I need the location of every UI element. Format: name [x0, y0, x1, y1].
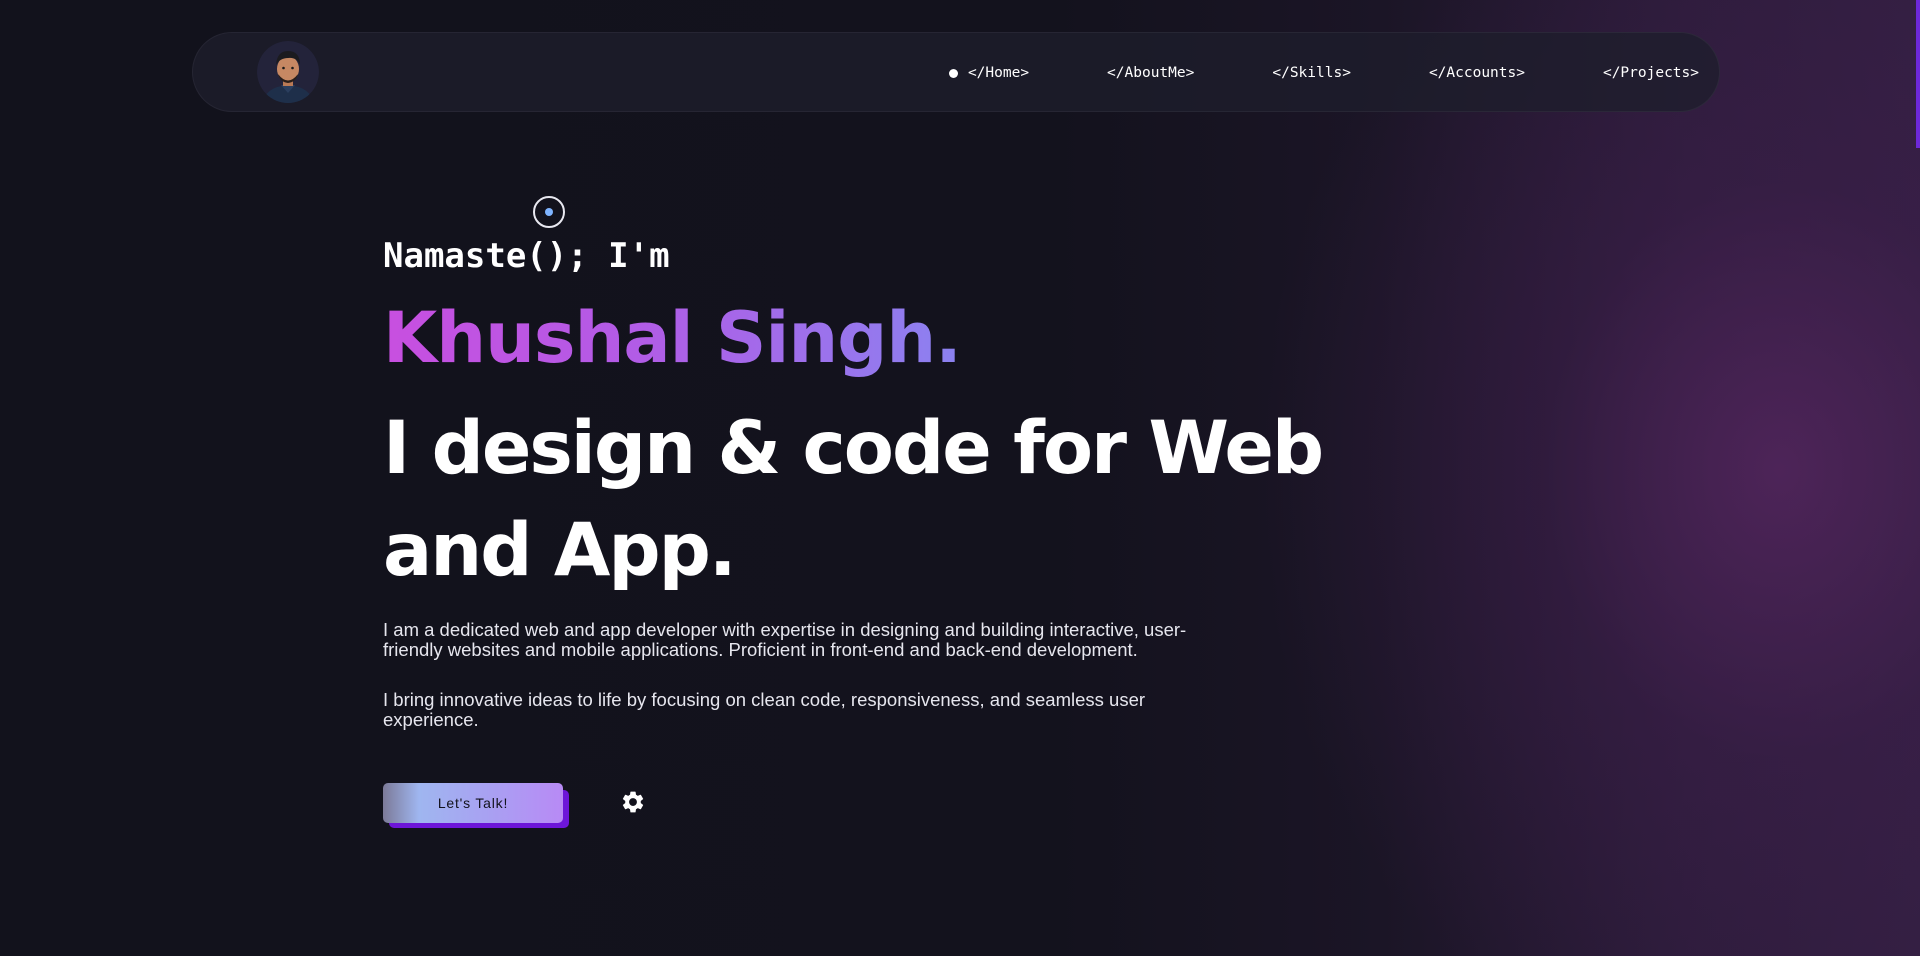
intro-paragraph-2: I bring innovative ideas to life by focu… — [383, 689, 1146, 730]
intro-paragraph: I am a dedicated web and app developer w… — [383, 619, 1187, 660]
cursor-dot — [545, 208, 553, 216]
nav-link-skills[interactable]: </Skills> — [1272, 65, 1351, 81]
avatar-image — [257, 41, 319, 103]
hero-headline: I design & code for Web and App. — [383, 406, 1324, 593]
avatar[interactable] — [257, 41, 319, 103]
nav-link-label: </Accounts> — [1428, 65, 1525, 81]
nav-link-accounts[interactable]: </Accounts> — [1429, 65, 1525, 81]
hero-name: Khushal Singh. — [383, 294, 962, 382]
lets-talk-label: Let's Talk! — [437, 795, 509, 811]
nav-link-projects[interactable]: </Projects> — [1603, 65, 1699, 81]
nav-link-label: </Projects> — [1602, 65, 1699, 81]
gear-icon[interactable] — [620, 789, 646, 815]
scroll-indicator — [1916, 0, 1920, 148]
page: </Home> </AboutMe> </Skills> </Accounts>… — [0, 0, 1920, 956]
active-indicator-dot — [948, 68, 958, 78]
nav-link-label: </AboutMe> — [1107, 65, 1195, 81]
nav-links: </Home> </AboutMe> </Skills> </Accounts>… — [948, 33, 1699, 113]
nav-link-aboutme[interactable]: </AboutMe> — [1107, 65, 1194, 81]
lets-talk-button[interactable]: Let's Talk! — [383, 783, 563, 823]
nav-link-home[interactable]: </Home> — [948, 65, 1030, 81]
nav-link-label: </Skills> — [1272, 65, 1351, 81]
custom-cursor-icon — [533, 196, 565, 228]
greeting-text: Namaste(); I'm — [383, 236, 670, 276]
gear-icon-svg — [622, 791, 644, 813]
navbar: </Home> </AboutMe> </Skills> </Accounts>… — [192, 32, 1720, 112]
nav-link-label: </Home> — [967, 65, 1030, 81]
